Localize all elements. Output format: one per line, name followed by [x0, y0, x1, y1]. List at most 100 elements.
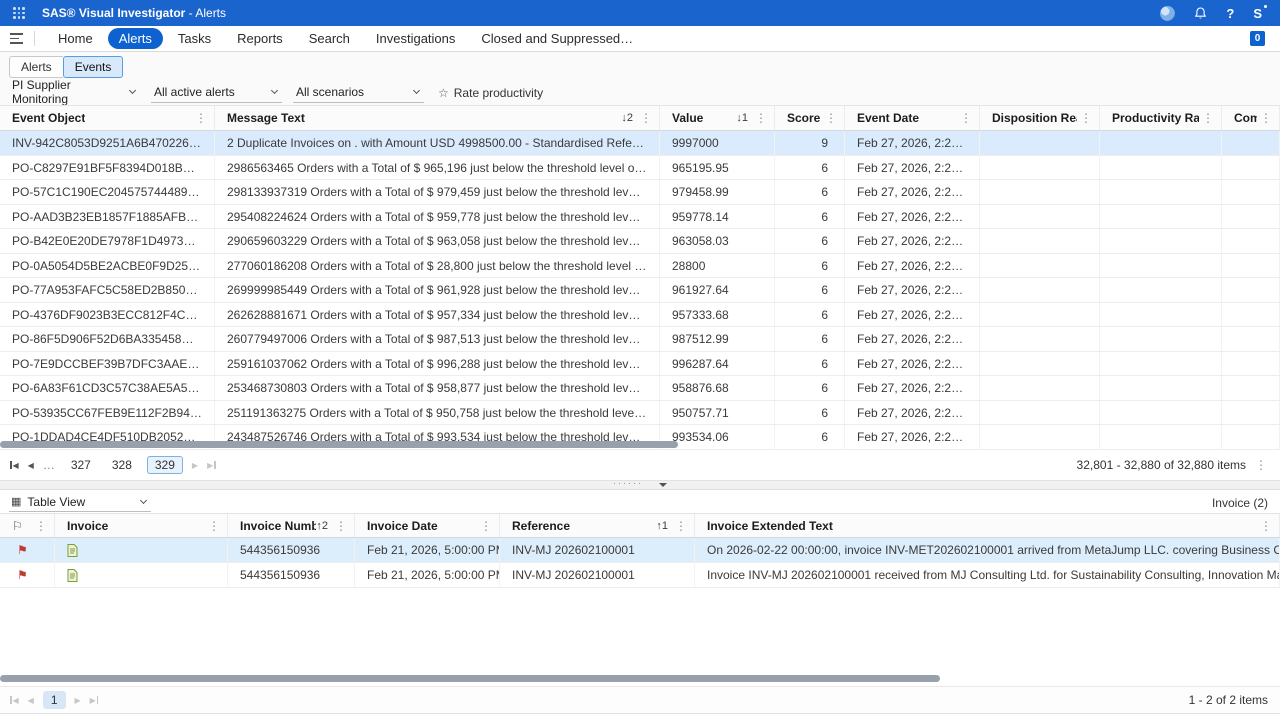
sas-logo-icon[interactable] [1160, 6, 1175, 21]
nav-item-reports[interactable]: Reports [226, 28, 294, 49]
column-header-message-text[interactable]: Message Text↓2⋮ [215, 106, 660, 130]
column-header-event-date[interactable]: Event Date⋮ [845, 106, 980, 130]
app-launcher-icon[interactable] [0, 0, 38, 26]
cell-disposition-reason [980, 156, 1100, 180]
table-row[interactable]: PO-B42E0E20DE7978F1D4973BA42D29065960322… [0, 229, 1280, 254]
cell-comments [1222, 327, 1280, 351]
table-row[interactable]: PO-6A83F61CD3C57C38AE5A5D2B4F25346873080… [0, 376, 1280, 401]
column-label: Value [672, 111, 703, 125]
cell-comments [1222, 131, 1280, 155]
table-row[interactable]: PO-53935CC67FEB9E112F2B946E6225119136327… [0, 401, 1280, 426]
column-header-score[interactable]: Score⋮ [775, 106, 845, 130]
column-header-productivity-rating[interactable]: Productivity Rating⋮ [1100, 106, 1222, 130]
table-row[interactable]: PO-4376DF9023B3ECC812F4CA7D5326262888167… [0, 303, 1280, 328]
nav-divider [34, 31, 35, 46]
nav-item-tasks[interactable]: Tasks [167, 28, 222, 49]
column-menu-icon[interactable]: ⋮ [957, 111, 975, 125]
cell-score: 6 [775, 156, 845, 180]
column-header-disposition-reason[interactable]: Disposition Reason⋮ [980, 106, 1100, 130]
events-horizontal-scrollbar[interactable] [0, 441, 678, 448]
cell-productivity-rating [1100, 205, 1222, 229]
table-row[interactable]: PO-C8297E91BF5F8394D018BCA7552986563465 … [0, 156, 1280, 181]
column-header-invoice-number[interactable]: Invoice Number↑2⋮ [228, 514, 355, 537]
cell-value: 959778.14 [660, 205, 775, 229]
cell-productivity-rating [1100, 376, 1222, 400]
pagination-menu-icon[interactable]: ⋮ [1252, 458, 1270, 472]
red-flag-icon[interactable]: ⚑ [17, 563, 28, 587]
column-menu-icon[interactable]: ⋮ [477, 519, 495, 533]
column-label: Reference [512, 519, 570, 533]
cell-event-object: INV-942C8053D9251A6B470226732D [0, 131, 215, 155]
column-header-invoice[interactable]: Invoice⋮ [55, 514, 228, 537]
column-menu-icon[interactable]: ⋮ [822, 111, 840, 125]
detail-horizontal-scrollbar[interactable] [0, 675, 940, 682]
table-row[interactable]: PO-0A5054D5BE2ACBE0F9D25F02DB27706018620… [0, 254, 1280, 279]
column-menu-icon[interactable]: ⋮ [752, 111, 770, 125]
page-number-327[interactable]: 327 [65, 456, 97, 474]
column-menu-icon[interactable]: ⋮ [192, 111, 210, 125]
cell-value: 996287.64 [660, 352, 775, 376]
column-header-invoice-date[interactable]: Invoice Date⋮ [355, 514, 500, 537]
column-header-value[interactable]: Value↓1⋮ [660, 106, 775, 130]
table-row[interactable]: PO-57C1C190EC2045757444891B9A29813393731… [0, 180, 1280, 205]
first-page-button[interactable]: ◀ [10, 461, 19, 470]
column-menu-icon[interactable]: ⋮ [1077, 111, 1095, 125]
page-number-1[interactable]: 1 [43, 691, 66, 709]
detail-table-row[interactable]: ⚑544356150936Feb 21, 2026, 5:00:00 PMINV… [0, 563, 1280, 588]
menu-icon[interactable] [10, 33, 30, 44]
cell-event-object: PO-57C1C190EC2045757444891B9A [0, 180, 215, 204]
table-row[interactable]: PO-86F5D906F52D6BA335458D922126077949700… [0, 327, 1280, 352]
page-number-328[interactable]: 328 [106, 456, 138, 474]
column-header-flag[interactable]: ⚐⋮ [0, 514, 55, 537]
cell-event-date: Feb 27, 2026, 2:24:08 AM [845, 180, 980, 204]
nav-item-closed-and-suppressed[interactable]: Closed and Suppressed… [470, 28, 644, 49]
alerts-filter-dropdown[interactable]: All active alerts [151, 83, 282, 103]
page-number-329[interactable]: 329 [147, 456, 183, 474]
nav-item-search[interactable]: Search [298, 28, 361, 49]
view-selector-dropdown[interactable]: ▦ Table View [9, 494, 151, 512]
scenarios-filter-dropdown[interactable]: All scenarios [293, 83, 424, 103]
cell-event-object: PO-AAD3B23EB1857F1885AFBB5C82 [0, 205, 215, 229]
table-row[interactable]: PO-AAD3B23EB1857F1885AFBB5C8229540822462… [0, 205, 1280, 230]
column-header-reference[interactable]: Reference↑1⋮ [500, 514, 695, 537]
cell-productivity-rating [1100, 131, 1222, 155]
cell-productivity-rating [1100, 229, 1222, 253]
user-avatar[interactable]: S [1253, 6, 1262, 21]
next-page-button: ▶ [75, 696, 81, 705]
column-label: Invoice Number [240, 519, 316, 533]
column-header-invoice-extended-text[interactable]: Invoice Extended Text⋮ [695, 514, 1280, 537]
column-menu-icon[interactable]: ⋮ [205, 519, 223, 533]
cell-disposition-reason [980, 401, 1100, 425]
column-menu-icon[interactable]: ⋮ [1257, 519, 1275, 533]
column-header-event-object[interactable]: Event Object⋮ [0, 106, 215, 130]
panel-splitter[interactable]: ······ [0, 480, 1280, 490]
cell-score: 6 [775, 205, 845, 229]
scenarios-filter-value: All scenarios [296, 85, 364, 99]
nav-item-investigations[interactable]: Investigations [365, 28, 467, 49]
column-menu-icon[interactable]: ⋮ [1199, 111, 1217, 125]
column-menu-icon[interactable]: ⋮ [32, 519, 50, 533]
tab-events[interactable]: Events [63, 56, 124, 78]
red-flag-icon[interactable]: ⚑ [17, 538, 28, 562]
nav-item-home[interactable]: Home [47, 28, 104, 49]
table-row[interactable]: PO-7E9DCCBEF39B7DFC3AAEE785FB25916103706… [0, 352, 1280, 377]
column-menu-icon[interactable]: ⋮ [672, 519, 690, 533]
nav-count-badge[interactable]: 0 [1250, 31, 1265, 46]
notifications-icon[interactable] [1194, 7, 1207, 20]
table-row[interactable]: INV-942C8053D9251A6B470226732D2 Duplicat… [0, 131, 1280, 156]
column-menu-icon[interactable]: ⋮ [1257, 111, 1275, 125]
table-row[interactable]: PO-77A953FAFC5C58ED2B850ADE3526999998544… [0, 278, 1280, 303]
nav-item-alerts[interactable]: Alerts [108, 28, 163, 49]
rate-productivity-button[interactable]: ☆Rate productivity [438, 86, 543, 100]
help-icon[interactable]: ? [1226, 6, 1234, 21]
column-menu-icon[interactable]: ⋮ [332, 519, 350, 533]
tab-alerts[interactable]: Alerts [9, 56, 63, 78]
column-header-comments[interactable]: Comments⋮ [1222, 106, 1280, 130]
detail-table-row[interactable]: ⚑544356150936Feb 21, 2026, 5:00:00 PMINV… [0, 538, 1280, 563]
column-menu-icon[interactable]: ⋮ [637, 111, 655, 125]
splitter-handle-icon: ······ [613, 481, 643, 486]
column-label: Productivity Rating [1112, 111, 1199, 125]
prev-page-button[interactable]: ◀ [28, 461, 34, 470]
collapse-panel-icon[interactable] [659, 483, 667, 487]
cell-comments [1222, 156, 1280, 180]
